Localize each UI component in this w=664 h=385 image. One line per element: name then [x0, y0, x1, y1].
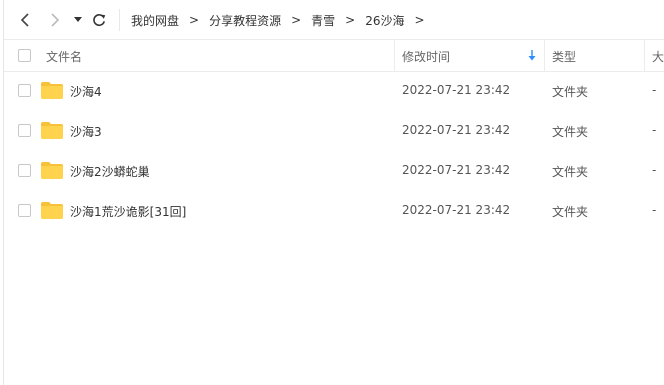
- file-name[interactable]: 沙海2沙蟒蛇巢: [70, 163, 150, 180]
- breadcrumb-item-qingxue[interactable]: 青雪: [310, 12, 336, 29]
- breadcrumb-separator: >: [345, 13, 356, 27]
- table-header: 文件名 修改时间 类型 大: [4, 39, 664, 72]
- header-name[interactable]: 文件名: [46, 48, 82, 65]
- sort-down-arrow-icon[interactable]: [528, 50, 536, 61]
- file-type: 文件夹: [552, 165, 589, 179]
- breadcrumb-separator: >: [291, 13, 302, 27]
- back-button[interactable]: [16, 10, 34, 30]
- file-row[interactable]: 沙海4 2022-07-21 23:42 文件夹 -: [4, 71, 664, 111]
- column-divider[interactable]: [394, 40, 395, 71]
- file-row[interactable]: 沙海1荒沙诡影[31回] 2022-07-21 23:42 文件夹 -: [4, 191, 664, 231]
- refresh-button[interactable]: [90, 10, 108, 30]
- header-size[interactable]: 大: [652, 48, 664, 65]
- folder-icon: [41, 122, 63, 139]
- breadcrumb-separator: >: [189, 13, 200, 27]
- row-checkbox[interactable]: [18, 164, 31, 177]
- file-browser: 我的网盘 > 分享教程资源 > 青雪 > 26沙海 > 文件名 修改时间 类型 …: [0, 0, 664, 385]
- breadcrumb-separator: >: [414, 13, 425, 27]
- file-modified: 2022-07-21 23:42: [402, 123, 511, 137]
- chevron-right-icon: [51, 13, 60, 27]
- folder-icon: [41, 82, 63, 99]
- file-modified: 2022-07-21 23:42: [402, 163, 511, 177]
- column-divider[interactable]: [644, 40, 645, 71]
- navigation-bar: 我的网盘 > 分享教程资源 > 青雪 > 26沙海 >: [0, 0, 664, 40]
- file-type: 文件夹: [552, 205, 589, 219]
- file-size: -: [652, 163, 657, 177]
- breadcrumb-item-share[interactable]: 分享教程资源: [208, 12, 282, 29]
- row-checkbox[interactable]: [18, 124, 31, 137]
- folder-icon: [41, 162, 63, 179]
- caret-down-icon: [74, 17, 82, 22]
- file-name[interactable]: 沙海4: [70, 83, 102, 100]
- file-size: -: [652, 123, 657, 137]
- header-type[interactable]: 类型: [552, 48, 576, 65]
- file-modified: 2022-07-21 23:42: [402, 203, 511, 217]
- file-type: 文件夹: [552, 125, 589, 139]
- row-checkbox[interactable]: [18, 204, 31, 217]
- file-name[interactable]: 沙海3: [70, 123, 102, 140]
- breadcrumb-item-root[interactable]: 我的网盘: [130, 12, 180, 29]
- chevron-left-icon: [20, 13, 29, 27]
- file-modified: 2022-07-21 23:42: [402, 83, 511, 97]
- header-modified[interactable]: 修改时间: [402, 48, 450, 65]
- file-type: 文件夹: [552, 85, 589, 99]
- row-checkbox[interactable]: [18, 84, 31, 97]
- file-list: 沙海4 2022-07-21 23:42 文件夹 - 沙海3 2022-07-2…: [4, 71, 664, 231]
- folder-icon: [41, 202, 63, 219]
- select-all-checkbox[interactable]: [18, 49, 31, 62]
- column-divider[interactable]: [544, 40, 545, 71]
- forward-button[interactable]: [46, 10, 64, 30]
- breadcrumb-item-current[interactable]: 26沙海: [364, 12, 405, 29]
- file-row[interactable]: 沙海3 2022-07-21 23:42 文件夹 -: [4, 111, 664, 151]
- refresh-icon: [93, 14, 106, 27]
- breadcrumb: 我的网盘 > 分享教程资源 > 青雪 > 26沙海 >: [130, 10, 434, 30]
- file-size: -: [652, 203, 657, 217]
- file-row[interactable]: 沙海2沙蟒蛇巢 2022-07-21 23:42 文件夹 -: [4, 151, 664, 191]
- file-size: -: [652, 83, 657, 97]
- nav-divider: [119, 9, 120, 31]
- file-name[interactable]: 沙海1荒沙诡影[31回]: [70, 203, 186, 220]
- history-dropdown-button[interactable]: [72, 10, 84, 30]
